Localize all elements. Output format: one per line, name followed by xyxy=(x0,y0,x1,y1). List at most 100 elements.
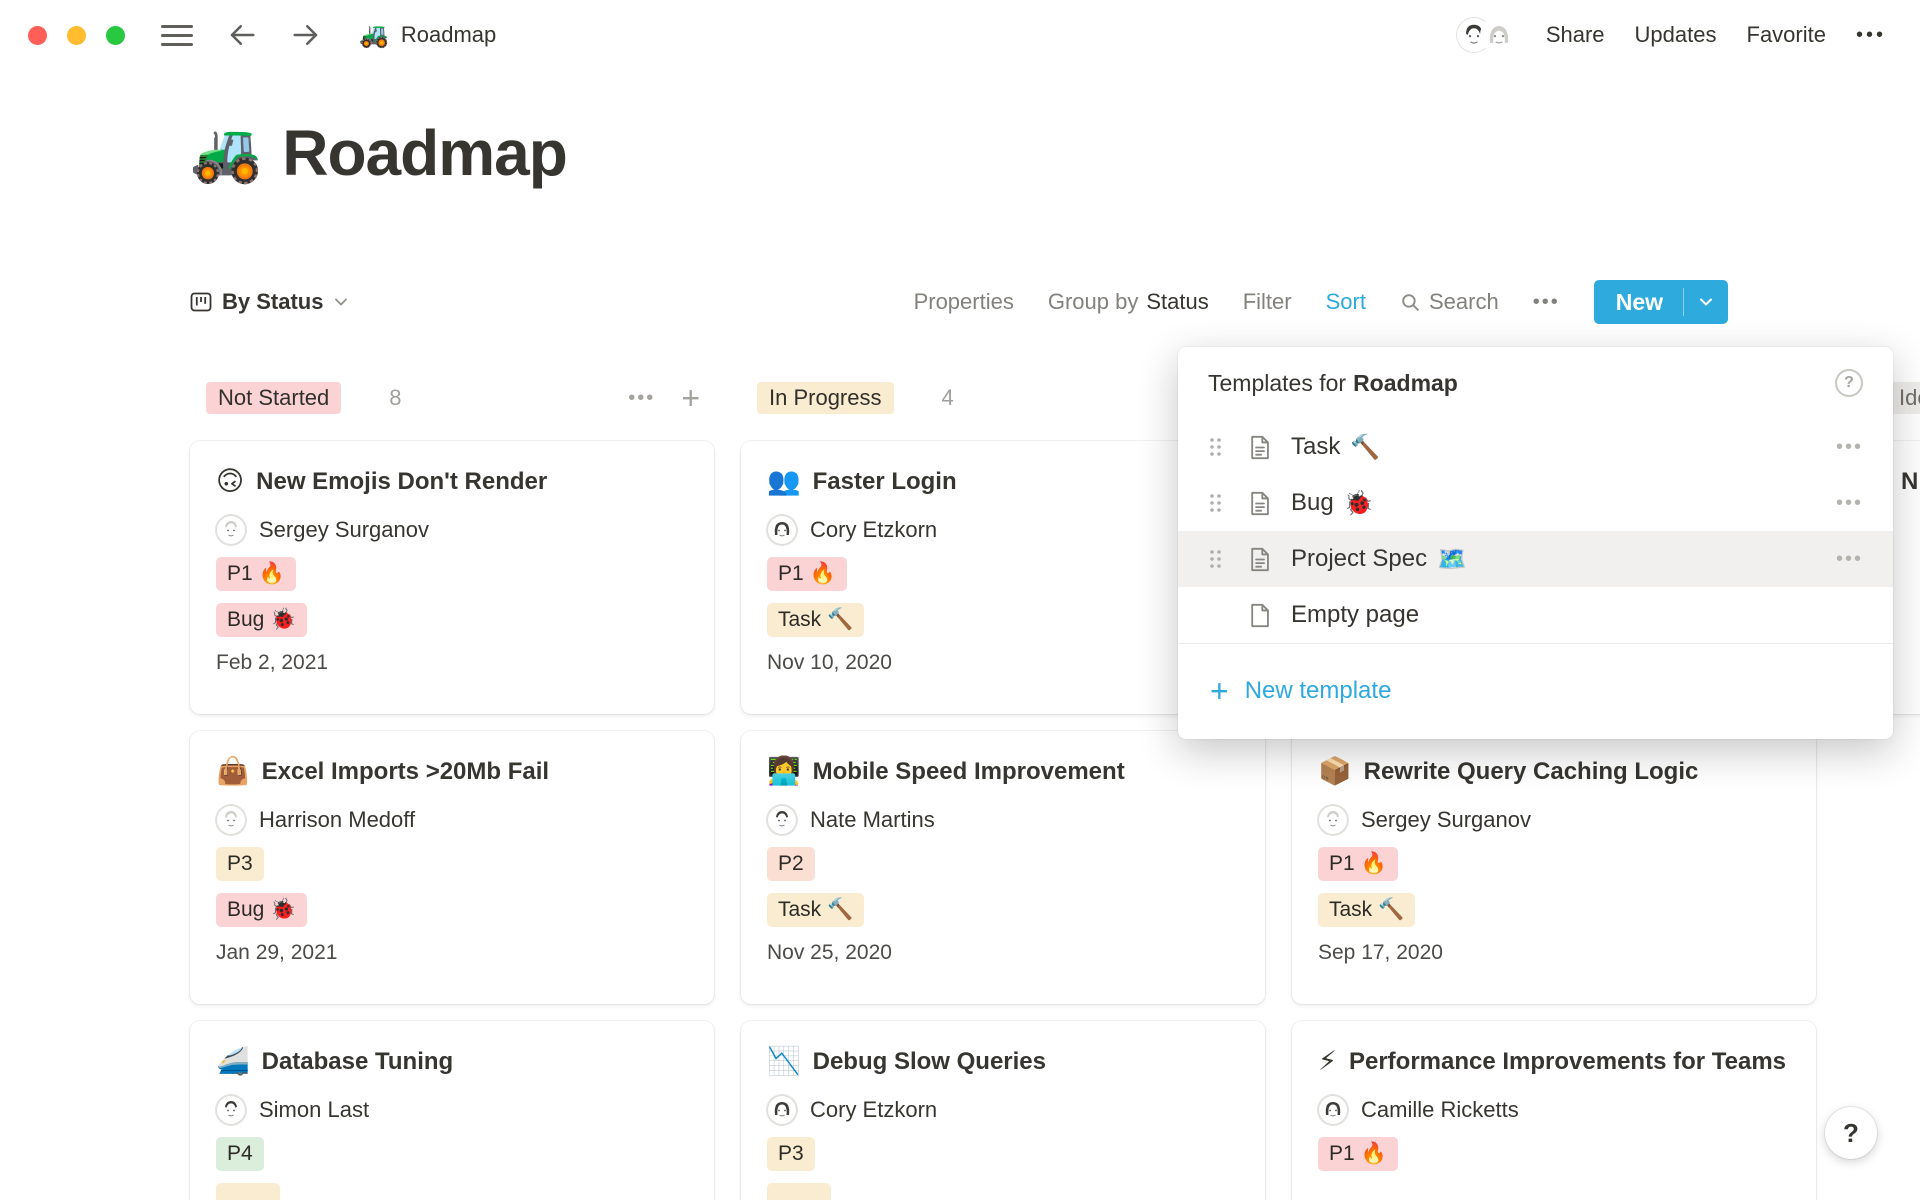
zoom-window-button[interactable] xyxy=(106,26,125,45)
properties-button[interactable]: Properties xyxy=(914,289,1014,315)
card[interactable]: ⚡ Performance Improvements for Teams Cam… xyxy=(1292,1021,1816,1200)
popup-title-name: Roadmap xyxy=(1353,370,1458,397)
column-status-badge[interactable]: Not Started xyxy=(206,382,341,414)
page-header: 🚜 Roadmap xyxy=(190,116,567,190)
card-title: New Emojis Don't Render xyxy=(256,465,547,500)
type-badge: Task 🔨 xyxy=(1318,893,1415,927)
card-title: Rewrite Query Caching Logic xyxy=(1364,755,1699,790)
collaborator-avatars[interactable] xyxy=(1457,18,1516,52)
avatar xyxy=(216,1095,246,1125)
filter-button[interactable]: Filter xyxy=(1243,289,1292,315)
card-title: Database Tuning xyxy=(262,1045,454,1080)
card-emoji-icon: 📦 xyxy=(1318,755,1352,789)
assignee-name: Sergey Surganov xyxy=(1361,807,1531,833)
template-item-project-spec[interactable]: Project Spec 🗺️ ••• xyxy=(1178,531,1893,587)
column-status-badge[interactable]: In Progress xyxy=(757,382,894,414)
collection-toolbar: By Status Properties Group byStatus Filt… xyxy=(190,279,1728,325)
more-icon[interactable]: ••• xyxy=(1836,548,1863,571)
new-template-button[interactable]: + New template xyxy=(1178,644,1893,738)
app-window: 🚜 Roadmap Share Updates Favorite ••• 🚜 R… xyxy=(0,0,1920,1200)
card-emoji-icon: 👥 xyxy=(767,465,801,499)
priority-badge: P1 🔥 xyxy=(767,557,847,591)
more-icon[interactable]: ••• xyxy=(1856,24,1886,47)
card[interactable]: 📦 Rewrite Query Caching Logic Sergey Sur… xyxy=(1292,731,1816,1004)
group-by-button[interactable]: Group byStatus xyxy=(1048,289,1209,315)
assignee-name: Cory Etzkorn xyxy=(810,1097,937,1123)
chevron-down-icon[interactable] xyxy=(1684,280,1728,324)
popup-title-prefix: Templates for xyxy=(1208,370,1346,397)
more-icon[interactable]: ••• xyxy=(1836,436,1863,459)
sidebar-menu-icon[interactable] xyxy=(161,25,193,46)
card-title: Excel Imports >20Mb Fail xyxy=(262,755,549,790)
card-title: Debug Slow Queries xyxy=(813,1045,1046,1080)
sort-button[interactable]: Sort xyxy=(1326,289,1366,315)
board-view-icon xyxy=(190,291,212,313)
priority-badge: P3 xyxy=(767,1137,815,1171)
card-date: Nov 10, 2020 xyxy=(767,651,1239,675)
search-button[interactable]: Search xyxy=(1400,289,1499,315)
back-arrow-icon[interactable] xyxy=(227,20,257,50)
view-switcher[interactable]: By Status xyxy=(190,289,349,315)
type-badge: Bug 🐞 xyxy=(216,603,307,637)
assignee-name: Camille Ricketts xyxy=(1361,1097,1519,1123)
card-title: Performance Improvements for Teams xyxy=(1349,1045,1786,1080)
close-window-button[interactable] xyxy=(28,26,47,45)
favorite-button[interactable]: Favorite xyxy=(1747,22,1826,48)
page-title[interactable]: Roadmap xyxy=(282,116,567,190)
card[interactable]: 🙃 New Emojis Don't Render Sergey Surgano… xyxy=(190,441,714,714)
board-column-not-started: Not Started 8 ••• + 🙃 New Emojis Don't R… xyxy=(190,382,714,1200)
card-emoji-icon: ⚡ xyxy=(1318,1045,1337,1079)
priority-badge: P1 🔥 xyxy=(216,557,296,591)
type-badge: Bug 🐞 xyxy=(216,893,307,927)
share-button[interactable]: Share xyxy=(1546,22,1605,48)
card[interactable]: 👜 Excel Imports >20Mb Fail Harrison Medo… xyxy=(190,731,714,1004)
more-icon[interactable]: ••• xyxy=(1533,291,1560,314)
column-more-icon[interactable]: ••• xyxy=(628,387,655,410)
card-date: Jan 29, 2021 xyxy=(216,941,688,965)
drag-handle-icon[interactable] xyxy=(1208,492,1228,514)
drag-handle-icon[interactable] xyxy=(1208,436,1228,458)
tractor-emoji-icon: 🚜 xyxy=(359,21,389,50)
minimize-window-button[interactable] xyxy=(67,26,86,45)
type-badge: Task 🔨 xyxy=(767,893,864,927)
popup-header: Templates for Roadmap ? xyxy=(1178,347,1893,419)
column-add-icon[interactable]: + xyxy=(681,382,700,414)
avatar xyxy=(767,515,797,545)
type-badge xyxy=(216,1183,280,1200)
card[interactable]: 📉 Debug Slow Queries Cory Etzkorn P3 xyxy=(741,1021,1265,1200)
breadcrumb[interactable]: 🚜 Roadmap xyxy=(359,21,496,50)
empty-page-icon xyxy=(1246,602,1273,629)
type-badge xyxy=(767,1183,831,1200)
page-icon xyxy=(1246,546,1273,573)
template-item-empty-page[interactable]: Empty page xyxy=(1178,587,1893,643)
assignee-name: Cory Etzkorn xyxy=(810,517,937,543)
avatar xyxy=(1482,18,1516,52)
priority-badge: P3 xyxy=(216,847,264,881)
template-label: Task xyxy=(1291,433,1340,461)
plus-icon: + xyxy=(1210,675,1229,707)
card[interactable]: 👩‍💻 Mobile Speed Improvement Nate Martin… xyxy=(741,731,1265,1004)
card-date: Nov 25, 2020 xyxy=(767,941,1239,965)
drag-handle-icon[interactable] xyxy=(1208,548,1228,570)
column-header: Not Started 8 ••• + xyxy=(190,382,714,414)
card-emoji-icon: 👜 xyxy=(216,755,250,789)
assignee-name: Harrison Medoff xyxy=(259,807,415,833)
new-button[interactable]: New xyxy=(1594,280,1728,324)
card-date: Feb 2, 2021 xyxy=(216,651,688,675)
updates-button[interactable]: Updates xyxy=(1635,22,1717,48)
avatar xyxy=(767,805,797,835)
page-emoji-icon[interactable]: 🚜 xyxy=(190,124,262,182)
help-button[interactable]: ? xyxy=(1825,1107,1877,1159)
forward-arrow-icon[interactable] xyxy=(291,20,321,50)
avatar xyxy=(216,805,246,835)
page-icon xyxy=(1246,490,1273,517)
help-icon[interactable]: ? xyxy=(1835,369,1863,397)
card[interactable]: 🚄 Database Tuning Simon Last P4 xyxy=(190,1021,714,1200)
templates-popup: Templates for Roadmap ? Task 🔨 ••• Bug 🐞 xyxy=(1178,347,1893,739)
template-item-bug[interactable]: Bug 🐞 ••• xyxy=(1178,475,1893,531)
chevron-down-icon xyxy=(333,294,349,310)
more-icon[interactable]: ••• xyxy=(1836,492,1863,515)
template-item-task[interactable]: Task 🔨 ••• xyxy=(1178,419,1893,475)
assignee-name: Simon Last xyxy=(259,1097,369,1123)
assignee-name: Nate Martins xyxy=(810,807,935,833)
